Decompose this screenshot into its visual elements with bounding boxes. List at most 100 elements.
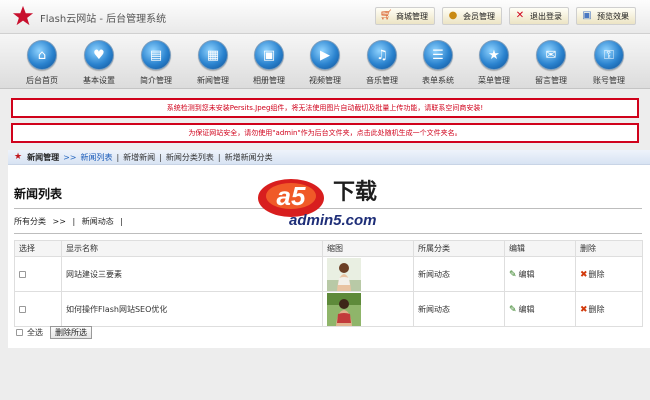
security-warning-alert[interactable]: 为保证网站安全，请勿使用"admin"作为后台文件夹，点击此处随机生成一个文件夹… <box>11 123 639 143</box>
category-arrow: >> <box>52 217 66 226</box>
pencil-icon: ✎ <box>509 304 517 315</box>
delete-label: 删除 <box>588 304 605 314</box>
divider <box>14 233 642 234</box>
shop-manage-label: 商城管理 <box>396 11 428 21</box>
breadcrumb-category-list[interactable]: 新闻分类列表 <box>166 152 214 163</box>
category-divider: | <box>120 217 123 226</box>
delete-selected-button[interactable]: 删除所选 <box>50 326 92 339</box>
nav-item-basic-settings[interactable]: ♥ 基本设置 <box>73 36 125 88</box>
breadcrumb-news-list[interactable]: 新闻列表 <box>80 152 112 163</box>
row-thumb-cell <box>322 256 414 292</box>
nav-label: 表单系统 <box>422 76 454 85</box>
home-icon: ⌂ <box>27 40 57 70</box>
select-all-checkbox[interactable] <box>16 329 23 336</box>
top-links: 🛒︎ 商城管理 ● 会员管理 ✕ 退出登录 ▣ 预览效果 <box>375 7 636 25</box>
nav-label: 留言管理 <box>535 76 567 85</box>
nav-item-messages[interactable]: ✉ 留言管理 <box>525 36 577 88</box>
breadcrumb-add-news[interactable]: 新增新闻 <box>123 152 155 163</box>
delete-link[interactable]: ✖删除 <box>580 304 605 315</box>
star-icon: ★ <box>479 40 509 70</box>
star-icon: ★ <box>14 152 23 162</box>
edit-link[interactable]: ✎ 编辑 <box>509 269 535 280</box>
breadcrumb-divider: | <box>116 152 120 162</box>
photo-icon: ▣ <box>254 40 284 70</box>
cart-icon: 🛒︎ <box>379 10 393 21</box>
member-manage-label: 会员管理 <box>463 11 495 21</box>
nav-item-videos[interactable]: ▶ 视频管理 <box>299 36 351 88</box>
row-edit-cell: ✎ 编辑 <box>504 291 576 327</box>
breadcrumb-arrow: >> <box>63 152 77 162</box>
preview-icon: ▣ <box>582 10 592 21</box>
breadcrumb-divider: | <box>217 152 221 162</box>
breadcrumb-root: 新闻管理 <box>27 152 60 162</box>
preview-label: 预览效果 <box>597 11 629 21</box>
document-icon: ▤ <box>141 40 171 70</box>
nav-item-music[interactable]: ♫ 音乐管理 <box>356 36 408 88</box>
edit-label: 编辑 <box>518 269 535 279</box>
nav-item-accounts[interactable]: ⚿ 账号管理 <box>583 36 635 88</box>
row-delete-cell: ✖删除 <box>575 256 643 292</box>
page-title: 新闻列表 <box>14 187 63 201</box>
col-delete: 删除 <box>575 240 643 257</box>
delete-link[interactable]: ✖删除 <box>580 269 605 280</box>
col-select: 选择 <box>14 240 62 257</box>
close-icon: ✕ <box>515 10 525 21</box>
row-select-cell <box>14 291 62 327</box>
star-logo-icon <box>12 5 34 26</box>
shop-manage-button[interactable]: 🛒︎ 商城管理 <box>375 7 435 25</box>
row-category: 新闻动态 <box>413 256 505 292</box>
nav-item-home[interactable]: ⌂ 后台首页 <box>16 36 68 88</box>
pencil-icon: ✎ <box>509 269 517 280</box>
nav-item-forms[interactable]: ☰ 表单系统 <box>412 36 464 88</box>
nav-label: 新闻管理 <box>197 76 229 85</box>
svg-text:a5: a5 <box>277 181 306 211</box>
table-header-row: 选择 显示名称 缩图 所属分类 编辑 删除 <box>14 240 643 257</box>
row-category: 新闻动态 <box>413 291 505 327</box>
delete-label: 删除 <box>588 269 605 279</box>
watermark-cn: 下载 <box>333 180 378 205</box>
col-category: 所属分类 <box>413 240 505 257</box>
breadcrumb: ★ 新闻管理 >> 新闻列表 | 新增新闻 | 新闻分类列表 | 新增新闻分类 <box>8 150 650 165</box>
category-news-link[interactable]: 新闻动态 <box>82 217 114 226</box>
component-warning-alert: 系统检测到您未安装Persits.Jpeg组件，将无法使用图片自动截切及批量上传… <box>11 98 639 118</box>
row-delete-cell: ✖删除 <box>575 291 643 327</box>
nav-item-menus[interactable]: ★ 菜单管理 <box>468 36 520 88</box>
delete-icon: ✖ <box>580 269 588 280</box>
news-icon: ▦ <box>198 40 228 70</box>
table-row: 如何操作Flash网站SEO优化 新闻动态 ✎ 编辑 ✖删除 <box>14 291 643 327</box>
category-divider: | <box>72 217 76 226</box>
nav-item-photos[interactable]: ▣ 相册管理 <box>243 36 295 88</box>
table-row: 网站建设三要素 新闻动态 ✎ 编辑 ✖删除 <box>14 256 643 292</box>
nav-label: 简介管理 <box>140 76 172 85</box>
breadcrumb-divider: | <box>159 152 162 162</box>
a5-logo-icon: a5 <box>258 179 324 217</box>
select-all-label: 全选 <box>27 328 43 337</box>
user-icon: ● <box>448 10 458 21</box>
category-all-link[interactable]: 所有分类 <box>14 217 46 226</box>
nav-label: 视频管理 <box>309 76 341 85</box>
row-checkbox[interactable] <box>19 270 26 278</box>
top-bar: Flash云网站 - 后台管理系统 🛒︎ 商城管理 ● 会员管理 ✕ 退出登录 … <box>0 0 650 33</box>
row-thumb-cell <box>322 291 414 327</box>
heart-icon: ♥ <box>84 40 114 70</box>
logout-button[interactable]: ✕ 退出登录 <box>509 7 569 25</box>
nav-label: 账号管理 <box>593 76 625 85</box>
breadcrumb-add-category[interactable]: 新增新闻分类 <box>225 152 273 163</box>
news-thumbnail <box>327 292 361 326</box>
edit-label: 编辑 <box>518 304 535 314</box>
video-icon: ▶ <box>310 40 340 70</box>
nav-item-intro[interactable]: ▤ 简介管理 <box>130 36 182 88</box>
row-checkbox[interactable] <box>19 305 26 313</box>
col-thumb: 缩图 <box>322 240 414 257</box>
preview-button[interactable]: ▣ 预览效果 <box>576 7 636 25</box>
nav-label: 后台首页 <box>26 76 58 85</box>
nav-label: 相册管理 <box>253 76 285 85</box>
col-edit: 编辑 <box>504 240 576 257</box>
watermark-logo: a5 下载 admin5.com <box>255 168 415 230</box>
member-manage-button[interactable]: ● 会员管理 <box>442 7 502 25</box>
edit-link[interactable]: ✎ 编辑 <box>509 304 535 315</box>
nav-item-news[interactable]: ▦ 新闻管理 <box>187 36 239 88</box>
watermark-domain: admin5.com <box>289 212 377 229</box>
row-edit-cell: ✎ 编辑 <box>504 256 576 292</box>
table-footer: 全选 删除所选 <box>16 326 92 339</box>
